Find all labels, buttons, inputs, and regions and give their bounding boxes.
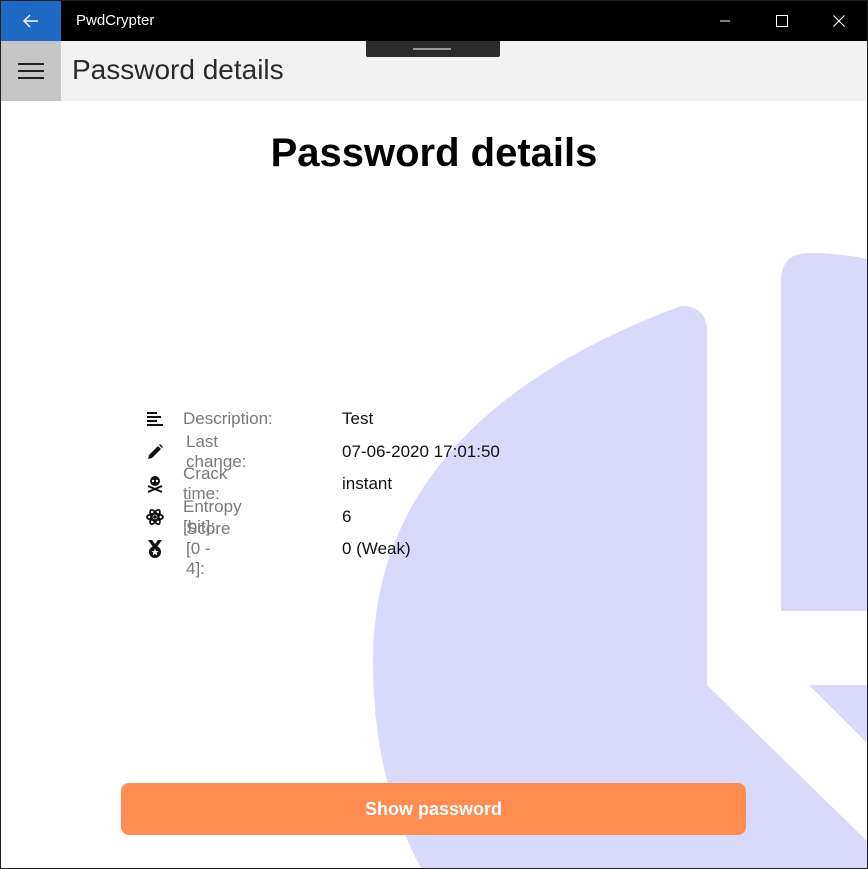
minimize-button[interactable]: [696, 1, 753, 41]
maximize-button[interactable]: [753, 1, 810, 41]
pencil-icon: [144, 441, 166, 463]
drag-handle[interactable]: [366, 41, 500, 57]
crack-time-value: instant: [342, 474, 393, 494]
detail-row-last-change: Last change: 07-06-2020 17:01:50: [144, 432, 500, 471]
show-password-button[interactable]: Show password: [121, 783, 746, 835]
align-left-icon: [144, 408, 166, 430]
score-value: 0 (Weak): [342, 539, 411, 559]
skull-crossbones-icon: [144, 473, 166, 495]
arrow-left-icon: [23, 14, 38, 28]
maximize-icon: [775, 15, 788, 27]
description-label: Description:: [183, 409, 273, 429]
description-value: Test: [342, 409, 374, 429]
app-title: PwdCrypter: [76, 12, 155, 29]
close-button[interactable]: [810, 1, 867, 41]
close-icon: [832, 15, 845, 27]
app-window: PwdCrypter Password details Password det…: [0, 0, 868, 869]
minimize-icon: [719, 20, 730, 22]
back-button[interactable]: [1, 1, 61, 41]
hamburger-icon: [18, 63, 44, 79]
detail-row-description: Description: Test: [144, 403, 373, 436]
entropy-value: 6: [342, 506, 352, 526]
title-bar[interactable]: PwdCrypter: [1, 1, 867, 41]
details-list: Description: Test Last change: 07-06-202…: [144, 403, 500, 578]
atom-icon: [144, 506, 166, 528]
score-label: Score [0 - 4]:: [186, 519, 231, 579]
detail-row-score: Score [0 - 4]: 0 (Weak): [144, 519, 411, 578]
detail-row-crack-time: Crack time: instant: [144, 464, 392, 503]
last-change-value: 07-06-2020 17:01:50: [342, 441, 500, 461]
medal-icon: [144, 538, 166, 560]
header-title: Password details: [72, 54, 284, 85]
menu-button[interactable]: [1, 41, 61, 101]
page-heading: Password details: [270, 131, 598, 175]
detail-row-entropy: Entropy [bit]: 6: [144, 497, 351, 536]
background-shape: [373, 253, 867, 868]
